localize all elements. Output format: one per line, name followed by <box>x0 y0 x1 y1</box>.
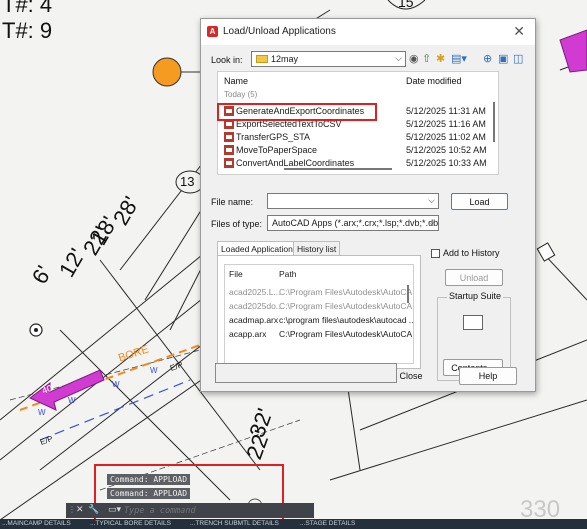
up-folder-icon[interactable]: ⇧ <box>422 52 431 66</box>
loaded-app-row-3[interactable]: acapp.arx C:\Program Files\Autodesk\AutoC… <box>229 329 413 339</box>
loaded-column-path: Path <box>279 269 297 279</box>
group-header-today: Today (5) <box>224 90 258 99</box>
loaded-applications-list[interactable]: File Path acad2025.L... C:\Program Files\A… <box>224 264 414 364</box>
lisp-file-icon <box>224 132 234 142</box>
loaded-app-file: acad2025do... <box>229 301 283 311</box>
loaded-app-row-0[interactable]: acad2025.L... C:\Program Files\Autodesk\A… <box>229 287 413 297</box>
drawing-text-t9: T#: 9 <box>2 18 53 43</box>
files-of-type-label: Files of type: <box>211 219 263 229</box>
file-list-vertical-scrollbar[interactable] <box>493 102 495 142</box>
folder-icon <box>256 55 268 63</box>
loaded-list-scrollbar[interactable] <box>407 285 409 303</box>
file-row-2[interactable]: TransferGPS_STA <box>224 132 310 143</box>
file-list-horizontal-scrollbar[interactable] <box>284 168 392 170</box>
look-in-value: 12may <box>271 54 299 64</box>
close-icon[interactable]: ✕ <box>513 23 525 40</box>
add-to-history-checkbox[interactable] <box>431 249 440 258</box>
loaded-app-path: C:\Program Files\Autodesk\AutoCA... <box>279 329 414 339</box>
tools-icon[interactable]: ◫ <box>513 52 523 66</box>
recent-commands-icon[interactable]: ▭▾ <box>108 504 121 515</box>
drawing-text-t4: T#: 4 <box>2 0 53 17</box>
chevron-down-icon: ⌵ <box>428 195 435 205</box>
drawing-bubble-label-left: 13 <box>180 174 195 189</box>
help-button[interactable]: Help <box>459 367 517 385</box>
loaded-app-path: C:\Program Files\Autodesk\AutoCA... <box>279 287 414 297</box>
layout-tab-2[interactable]: ...TRENCH SUBMTL DETAILS <box>190 519 279 529</box>
loaded-column-header[interactable]: File Path <box>229 269 297 279</box>
grip-icon[interactable]: ⋮ <box>68 505 76 514</box>
file-name-input[interactable]: ⌵ <box>267 193 439 209</box>
dialog-title: Load/Unload Applications <box>223 26 336 37</box>
file-date: 5/12/2025 11:16 AM <box>406 119 486 129</box>
status-bar: ...MAINCAMP DETAILS ...TYPICAL BORE DETA… <box>0 519 587 529</box>
new-folder-icon[interactable]: ✱ <box>436 52 445 66</box>
look-in-label: Look in: <box>211 55 243 65</box>
line-mark-w-3: W <box>150 366 158 375</box>
briefcase-icon <box>463 315 483 330</box>
loaded-app-file: acadmap.arx <box>229 315 279 325</box>
file-list[interactable]: Name Date modified Today (5) GenerateAnd… <box>217 71 499 175</box>
layout-tab-0[interactable]: ...MAINCAMP DETAILS <box>2 519 71 529</box>
loaded-app-row-1[interactable]: acad2025do... C:\Program Files\Autodesk\A… <box>229 301 413 311</box>
file-date: 5/12/2025 11:31 AM <box>406 106 486 116</box>
loaded-column-file: File <box>229 269 243 279</box>
file-date: 5/12/2025 11:02 AM <box>406 132 486 142</box>
files-of-type-dropdown[interactable]: AutoCAD Apps (*.arx;*.crx;*.lsp;*.dvb;*.… <box>267 215 439 231</box>
loaded-app-file: acapp.arx <box>229 329 267 339</box>
close-button[interactable]: Close <box>397 367 425 385</box>
browse-icon[interactable]: ▣ <box>498 52 508 66</box>
chevron-down-icon: ⌵ <box>395 53 402 63</box>
file-name: TransferGPS_STA <box>236 132 311 142</box>
load-unload-dialog: A Load/Unload Applications ✕ Look in: 12… <box>200 18 536 392</box>
dialog-status-field <box>215 363 397 383</box>
customize-icon[interactable]: 🔧 <box>88 504 99 515</box>
loaded-app-row-2[interactable]: acadmap.arx c:\program files\autodesk\aut… <box>229 315 413 325</box>
command-input[interactable] <box>124 503 224 518</box>
line-mark-w-1: W <box>68 396 76 405</box>
unload-button[interactable]: Unload <box>445 269 503 286</box>
column-header-date[interactable]: Date modified <box>406 76 462 86</box>
line-mark-w-4: W <box>38 408 46 417</box>
find-icon[interactable]: ⊕ <box>483 52 492 66</box>
add-to-history-label: Add to History <box>443 248 500 258</box>
line-mark-w-2: W <box>112 380 120 389</box>
look-in-dropdown[interactable]: 12may ⌵ <box>251 51 406 67</box>
lisp-file-icon <box>224 145 234 155</box>
highlight-selected-file <box>217 103 377 121</box>
dialog-titlebar[interactable]: A Load/Unload Applications ✕ <box>201 19 535 45</box>
view-menu-icon[interactable]: ▤▾ <box>451 52 467 66</box>
column-header-name[interactable]: Name <box>224 76 248 86</box>
startup-suite-label: Startup Suite <box>447 291 504 301</box>
lisp-file-icon <box>224 158 234 168</box>
file-date: 5/12/2025 10:52 AM <box>406 145 487 155</box>
loaded-app-path: C:\Program Files\Autodesk\AutoCA... <box>279 301 414 311</box>
loaded-app-file: acad2025.L... <box>229 287 281 297</box>
drawing-bubble-label-top: 15 <box>398 0 414 10</box>
files-of-type-value: AutoCAD Apps (*.arx;*.crx;*.lsp;*.dvb;*.… <box>272 218 439 228</box>
file-name: MoveToPaperSpace <box>236 145 318 155</box>
file-date: 5/12/2025 10:33 AM <box>406 158 487 168</box>
layout-tab-1[interactable]: ...TYPICAL BORE DETAILS <box>90 519 171 529</box>
load-button[interactable]: Load <box>451 193 508 210</box>
file-name: ConvertAndLabelCoordinates <box>236 158 355 168</box>
loaded-applications-panel: File Path acad2025.L... C:\Program Files\A… <box>217 255 421 369</box>
layout-tab-3[interactable]: ...STAGE DETAILS <box>300 519 355 529</box>
back-icon[interactable]: ◉ <box>409 52 419 66</box>
close-icon[interactable]: ✕ <box>76 504 84 515</box>
loaded-app-path: c:\program files\autodesk\autocad ... <box>279 315 414 325</box>
autocad-app-icon: A <box>207 26 218 37</box>
file-name-label: File name: <box>211 197 254 207</box>
file-row-3[interactable]: MoveToPaperSpace <box>224 145 317 156</box>
chevron-down-icon: ⌵ <box>428 217 435 227</box>
